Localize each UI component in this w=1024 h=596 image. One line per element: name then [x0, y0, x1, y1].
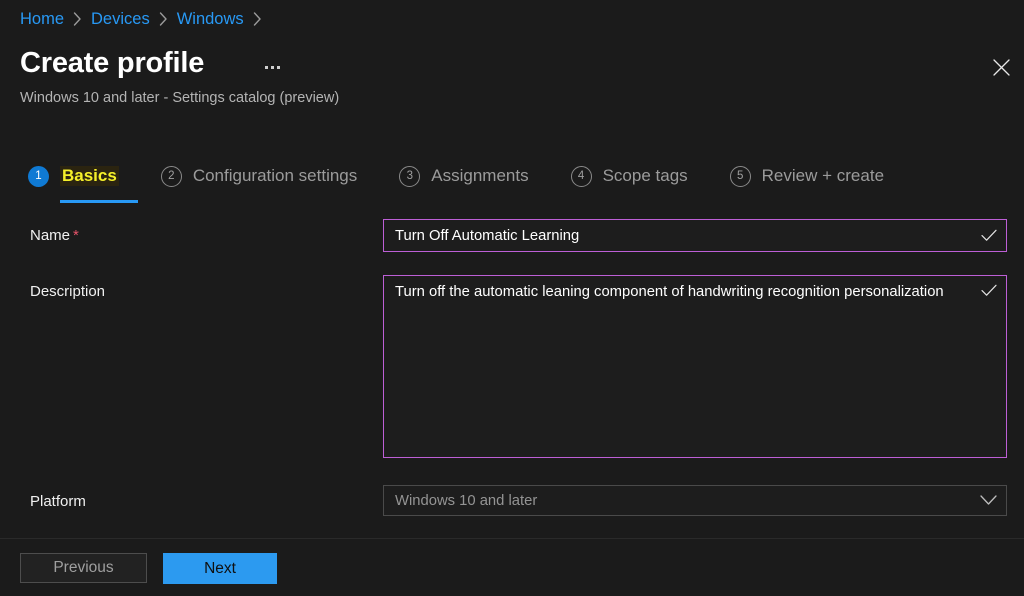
description-textarea-value[interactable]: Turn off the automatic leaning component…: [384, 276, 972, 305]
wizard-steps: 1 Basics 2 Configuration settings 3 Assi…: [28, 158, 885, 203]
chevron-right-icon: [253, 12, 262, 26]
ellipsis-dot: [276, 65, 280, 69]
name-input[interactable]: Turn Off Automatic Learning: [383, 219, 1007, 252]
wizard-footer: Previous Next: [0, 538, 1024, 596]
tab-label: Scope tags: [602, 166, 688, 185]
platform-label-text: Platform: [30, 493, 86, 510]
description-textarea[interactable]: Turn off the automatic leaning component…: [383, 275, 1007, 458]
description-label-text: Description: [30, 283, 106, 300]
page-subtitle: Windows 10 and later - Settings catalog …: [20, 90, 340, 106]
tab-label: Configuration settings: [192, 166, 358, 185]
tab-configuration-settings[interactable]: 2 Configuration settings: [160, 158, 358, 194]
chevron-down-icon: [970, 495, 1006, 506]
name-input-value[interactable]: Turn Off Automatic Learning: [384, 226, 972, 246]
chevron-right-icon: [159, 12, 168, 26]
tab-label: Assignments: [431, 166, 529, 185]
checkmark-icon: [972, 276, 1006, 297]
platform-dropdown-value: Windows 10 and later: [395, 492, 538, 509]
close-icon[interactable]: [986, 52, 1016, 82]
step-number-badge: 2: [160, 165, 182, 187]
required-asterisk: *: [73, 227, 79, 244]
step-number-badge: 5: [729, 165, 751, 187]
previous-button[interactable]: Previous: [20, 553, 147, 583]
breadcrumb-item-devices[interactable]: Devices: [91, 10, 150, 29]
platform-dropdown[interactable]: Windows 10 and later: [383, 485, 1007, 516]
breadcrumb: Home Devices Windows: [20, 6, 271, 32]
active-tab-underline: [60, 200, 138, 203]
step-number-badge: 4: [570, 165, 592, 187]
checkmark-icon: [972, 220, 1006, 251]
tab-label: Review + create: [761, 166, 885, 185]
ellipsis-dot: [264, 65, 268, 69]
tab-basics[interactable]: 1 Basics: [28, 158, 138, 203]
tab-assignments[interactable]: 3 Assignments: [399, 158, 529, 194]
breadcrumb-item-home[interactable]: Home: [20, 10, 64, 29]
ellipsis-dot: [270, 65, 274, 69]
next-button[interactable]: Next: [163, 553, 277, 584]
tab-scope-tags[interactable]: 4 Scope tags: [570, 158, 688, 194]
page-title: Create profile: [20, 47, 205, 79]
name-label-text: Name: [30, 227, 71, 244]
step-number-badge: 3: [399, 165, 421, 187]
breadcrumb-item-windows[interactable]: Windows: [177, 10, 244, 29]
platform-label: Platform: [30, 493, 86, 510]
step-number-badge: 1: [28, 165, 49, 187]
chevron-right-icon: [73, 12, 82, 26]
name-label: Name *: [30, 227, 79, 244]
tab-label: Basics: [60, 166, 119, 186]
tab-review-create[interactable]: 5 Review + create: [729, 158, 885, 194]
ellipsis-icon[interactable]: [258, 56, 286, 78]
description-label: Description: [30, 283, 105, 300]
